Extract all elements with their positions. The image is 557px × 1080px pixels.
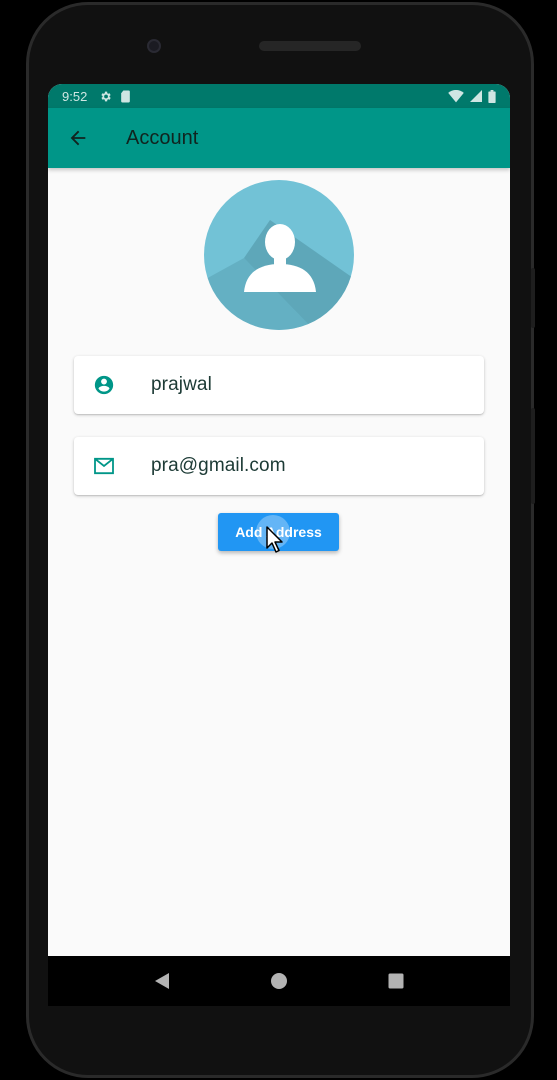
signal-icon xyxy=(470,90,482,102)
back-triangle-icon xyxy=(155,973,170,989)
email-card[interactable]: pra@gmail.com xyxy=(74,437,484,495)
account-circle-icon xyxy=(94,375,114,395)
app-bar: Account xyxy=(48,108,510,168)
power-button xyxy=(531,268,535,328)
person-silhouette-icon xyxy=(204,220,354,330)
status-time: 9:52 xyxy=(62,88,88,104)
arrow-back-icon xyxy=(70,130,86,146)
system-nav-bar xyxy=(48,956,510,1006)
nav-recents-button[interactable] xyxy=(376,961,416,1001)
earpiece-speaker xyxy=(259,41,361,51)
page-title: Account xyxy=(126,126,199,149)
status-bar: 9:52 xyxy=(48,84,510,108)
battery-icon xyxy=(488,89,496,103)
sim-card-icon xyxy=(121,90,131,102)
home-circle-icon xyxy=(270,973,287,989)
nav-home-button[interactable] xyxy=(259,961,299,1001)
mouse-cursor-icon xyxy=(266,526,283,553)
nav-back-button[interactable] xyxy=(142,961,182,1001)
back-button[interactable] xyxy=(50,110,106,166)
profile-avatar[interactable] xyxy=(204,180,354,330)
name-card[interactable]: prajwal xyxy=(74,356,484,414)
wifi-icon xyxy=(448,89,464,102)
user-email: pra@gmail.com xyxy=(151,455,286,476)
volume-button xyxy=(531,408,535,504)
mail-icon xyxy=(94,457,114,475)
recents-square-icon xyxy=(388,973,404,989)
user-name: prajwal xyxy=(151,374,212,395)
settings-icon xyxy=(101,91,112,101)
front-camera xyxy=(147,39,161,53)
